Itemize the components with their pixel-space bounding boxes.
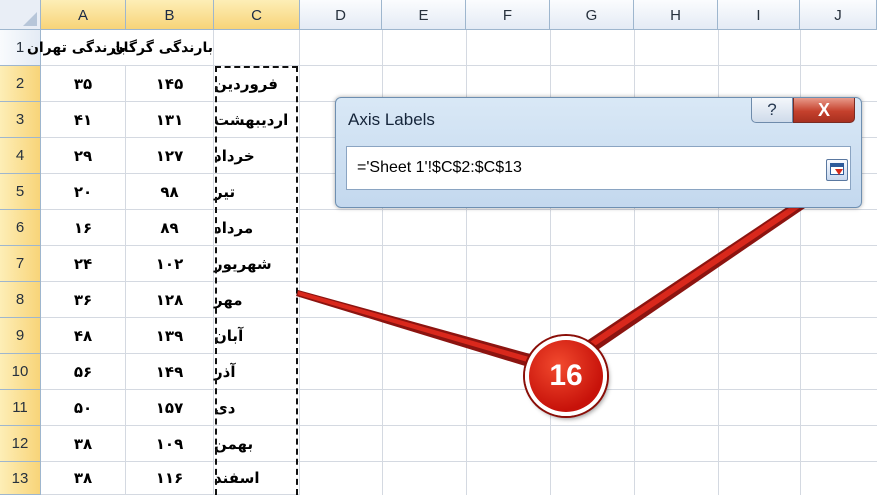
callout-pointers <box>296 173 843 373</box>
range-field[interactable] <box>346 146 851 190</box>
help-button[interactable]: ? <box>751 98 793 123</box>
range-input[interactable] <box>357 156 797 180</box>
red-arrow-icon <box>835 169 843 175</box>
close-icon: X <box>817 99 830 120</box>
help-icon: ? <box>767 100 777 119</box>
cell-b1[interactable]: بارندگی گرگان <box>112 30 214 66</box>
axis-labels-dialog: Axis Labels ? X <box>335 97 862 208</box>
close-button[interactable]: X <box>793 98 855 123</box>
collapse-dialog-button[interactable] <box>826 159 848 181</box>
step-number-badge: 16 <box>525 336 607 416</box>
dialog-title: Axis Labels <box>348 110 435 129</box>
